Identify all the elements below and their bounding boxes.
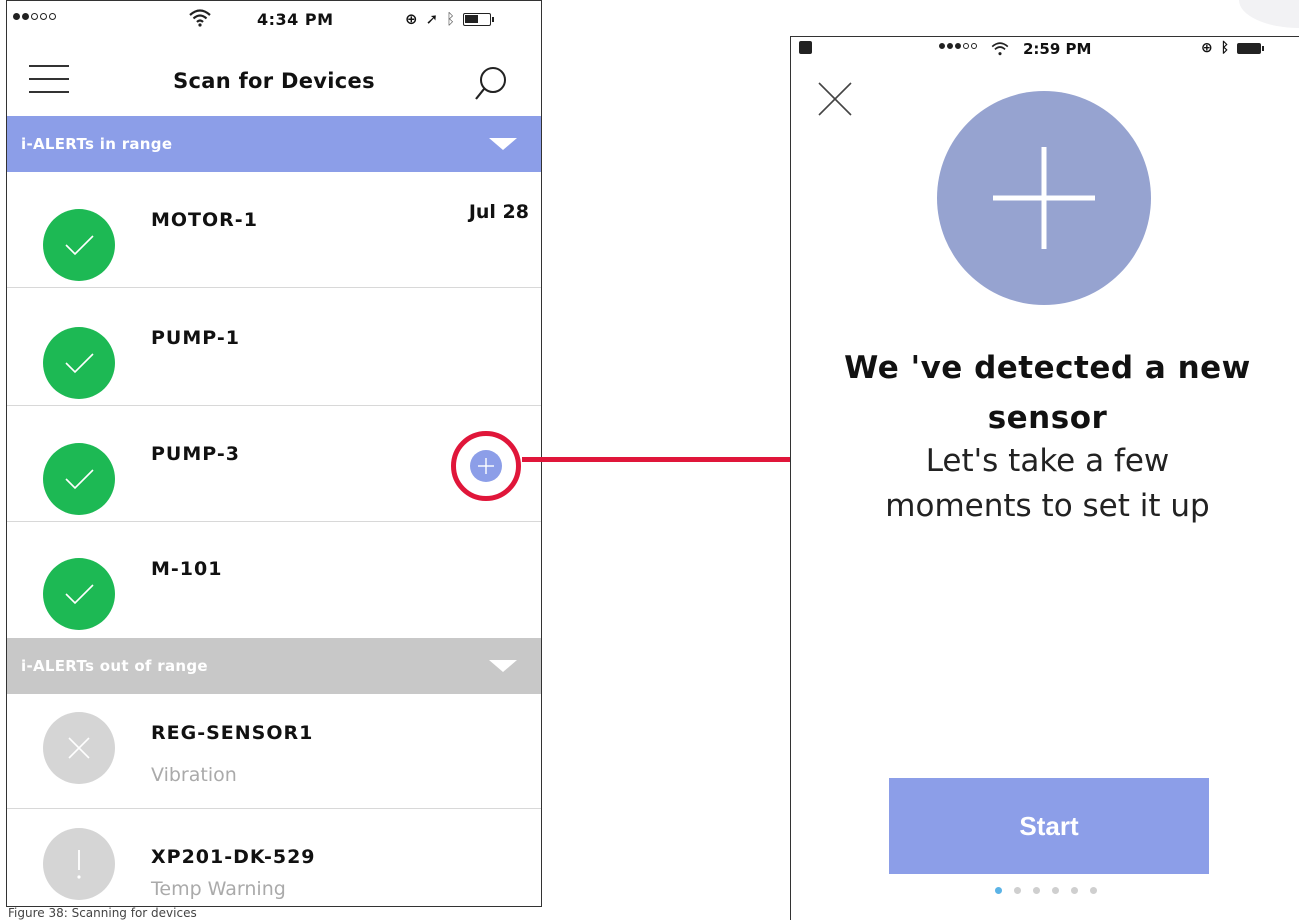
device-name: PUMP-3 [151, 443, 240, 465]
figure-caption: Figure 38: Scanning for devices [8, 906, 197, 920]
section-label: i-ALERTs out of range [21, 657, 208, 675]
nav-bar: Scan for Devices [7, 41, 541, 113]
device-name: REG-SENSOR1 [151, 722, 314, 744]
check-icon [43, 327, 115, 399]
device-name: M-101 [151, 558, 223, 580]
device-date: Jul 28 [468, 201, 529, 223]
device-subtitle: Temp Warning [151, 878, 286, 900]
location-icon: ➚ [425, 10, 439, 28]
arrow-connector [522, 457, 808, 462]
device-row-reg-sensor1[interactable]: REG-SENSOR1 Vibration [7, 694, 541, 809]
battery-icon [463, 12, 495, 26]
signal-strength-icon [939, 43, 977, 49]
battery-icon [1237, 42, 1265, 54]
check-icon [43, 558, 115, 630]
scan-devices-screen: 4:34 PM ⊕ ➚ ᛒ Scan for Devices i-ALERTs … [6, 0, 542, 907]
wifi-icon [189, 9, 211, 27]
signal-strength-icon [13, 13, 56, 20]
headline: We 've detected a new sensor [844, 350, 1251, 436]
bluetooth-icon: ᛒ [446, 10, 456, 28]
exclamation-icon [43, 828, 115, 900]
status-time: 4:34 PM [257, 10, 334, 29]
back-to-app-icon[interactable] [799, 41, 812, 54]
search-icon[interactable] [473, 65, 509, 105]
rotation-lock-icon: ⊕ [1201, 40, 1213, 56]
status-bar: 4:34 PM ⊕ ➚ ᛒ [7, 1, 541, 37]
add-device-button[interactable] [451, 431, 521, 501]
status-bar: 2:59 PM ⊕ ᛒ [791, 37, 1299, 67]
start-button[interactable]: Start [889, 778, 1209, 874]
bluetooth-icon: ᛒ [1220, 40, 1230, 56]
add-icon [470, 450, 502, 482]
status-time: 2:59 PM [1023, 40, 1092, 58]
device-name: PUMP-1 [151, 327, 240, 349]
section-header-in-range[interactable]: i-ALERTs in range [7, 116, 541, 172]
add-sensor-icon [937, 91, 1151, 305]
new-sensor-screen: 2:59 PM ⊕ ᛒ We 've detected a new sensor… [790, 36, 1299, 920]
device-row-xp201-dk-529[interactable]: XP201-DK-529 Temp Warning [7, 810, 541, 906]
page-dot[interactable] [1089, 887, 1097, 894]
collapse-triangle-icon[interactable] [489, 138, 517, 150]
device-name: XP201-DK-529 [151, 846, 316, 868]
section-header-out-of-range[interactable]: i-ALERTs out of range [7, 638, 541, 694]
device-subtitle: Vibration [151, 764, 237, 786]
device-row-pump-3[interactable]: PUMP-3 [7, 407, 541, 522]
device-row-motor-1[interactable]: MOTOR-1 Jul 28 [7, 173, 541, 288]
wifi-icon [991, 42, 1009, 56]
device-row-pump-1[interactable]: PUMP-1 [7, 291, 541, 406]
page-dot[interactable] [994, 887, 1002, 894]
section-label: i-ALERTs in range [21, 135, 173, 153]
device-row-m-101[interactable]: M-101 [7, 522, 541, 637]
page-dot[interactable] [1013, 887, 1021, 894]
close-icon[interactable] [813, 77, 857, 121]
page-dot[interactable] [1032, 887, 1040, 894]
check-icon [43, 209, 115, 281]
corner-decoration [1239, 0, 1299, 28]
page-dot[interactable] [1051, 887, 1059, 894]
device-name: MOTOR-1 [151, 209, 258, 231]
page-title: Scan for Devices [173, 69, 375, 93]
rotation-lock-icon: ⊕ [405, 10, 418, 28]
page-dot[interactable] [1070, 887, 1078, 894]
x-icon [43, 712, 115, 784]
subline: Let's take a few moments to set it up [885, 443, 1210, 524]
collapse-triangle-icon[interactable] [489, 660, 517, 672]
check-icon [43, 443, 115, 515]
pagination-dots [791, 887, 1299, 894]
